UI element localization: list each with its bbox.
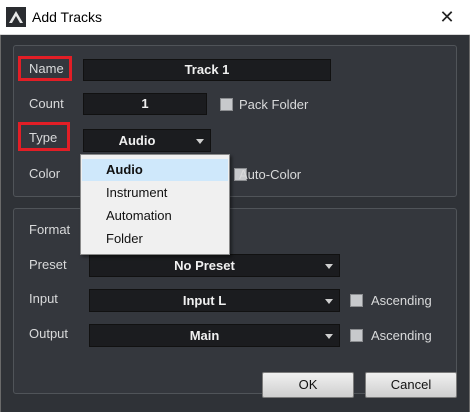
output-dropdown[interactable]: Main xyxy=(89,324,340,347)
preset-dropdown[interactable]: No Preset xyxy=(89,254,340,277)
input-ascending-label: Ascending xyxy=(371,293,432,308)
close-icon[interactable]: ✕ xyxy=(424,0,470,34)
type-dropdown-value: Audio xyxy=(118,133,156,148)
menu-item-automation[interactable]: Automation xyxy=(82,205,228,227)
input-ascending-checkbox[interactable] xyxy=(350,294,363,307)
window-title: Add Tracks xyxy=(32,9,103,25)
menu-item-instrument[interactable]: Instrument xyxy=(82,182,228,204)
menu-item-folder[interactable]: Folder xyxy=(82,228,228,250)
ok-button[interactable]: OK xyxy=(262,372,354,398)
title-bar: Add Tracks ✕ xyxy=(0,0,470,35)
input-dropdown-value: Input L xyxy=(182,293,227,308)
name-label: Name xyxy=(29,61,64,76)
output-dropdown-value: Main xyxy=(189,328,220,343)
cancel-button[interactable]: Cancel xyxy=(365,372,457,398)
chevron-down-icon xyxy=(196,139,204,144)
menu-item-audio[interactable]: Audio xyxy=(82,159,228,181)
count-label: Count xyxy=(29,96,64,111)
chevron-down-icon xyxy=(325,264,333,269)
preset-dropdown-value: No Preset xyxy=(174,258,235,273)
studio-one-icon xyxy=(6,7,26,27)
pack-folder-checkbox[interactable] xyxy=(220,98,233,111)
input-dropdown[interactable]: Input L xyxy=(89,289,340,312)
preset-label: Preset xyxy=(29,257,67,272)
output-ascending-checkbox[interactable] xyxy=(350,329,363,342)
pack-folder-label: Pack Folder xyxy=(239,97,309,112)
type-label: Type xyxy=(29,130,58,145)
chevron-down-icon xyxy=(325,334,333,339)
dialog-body: Name Track 1 Count 1 Pack Folder Type Au… xyxy=(0,35,470,412)
input-label: Input xyxy=(29,291,58,306)
count-field[interactable]: 1 xyxy=(83,93,207,115)
color-label: Color xyxy=(29,166,61,181)
output-label: Output xyxy=(29,326,69,341)
name-field[interactable]: Track 1 xyxy=(83,59,331,81)
auto-color-label: Auto-Color xyxy=(239,167,302,182)
output-ascending-label: Ascending xyxy=(371,328,432,343)
type-dropdown-menu: Audio Instrument Automation Folder xyxy=(80,154,230,255)
chevron-down-icon xyxy=(325,299,333,304)
type-dropdown[interactable]: Audio xyxy=(83,129,211,152)
format-label: Format xyxy=(29,222,71,237)
